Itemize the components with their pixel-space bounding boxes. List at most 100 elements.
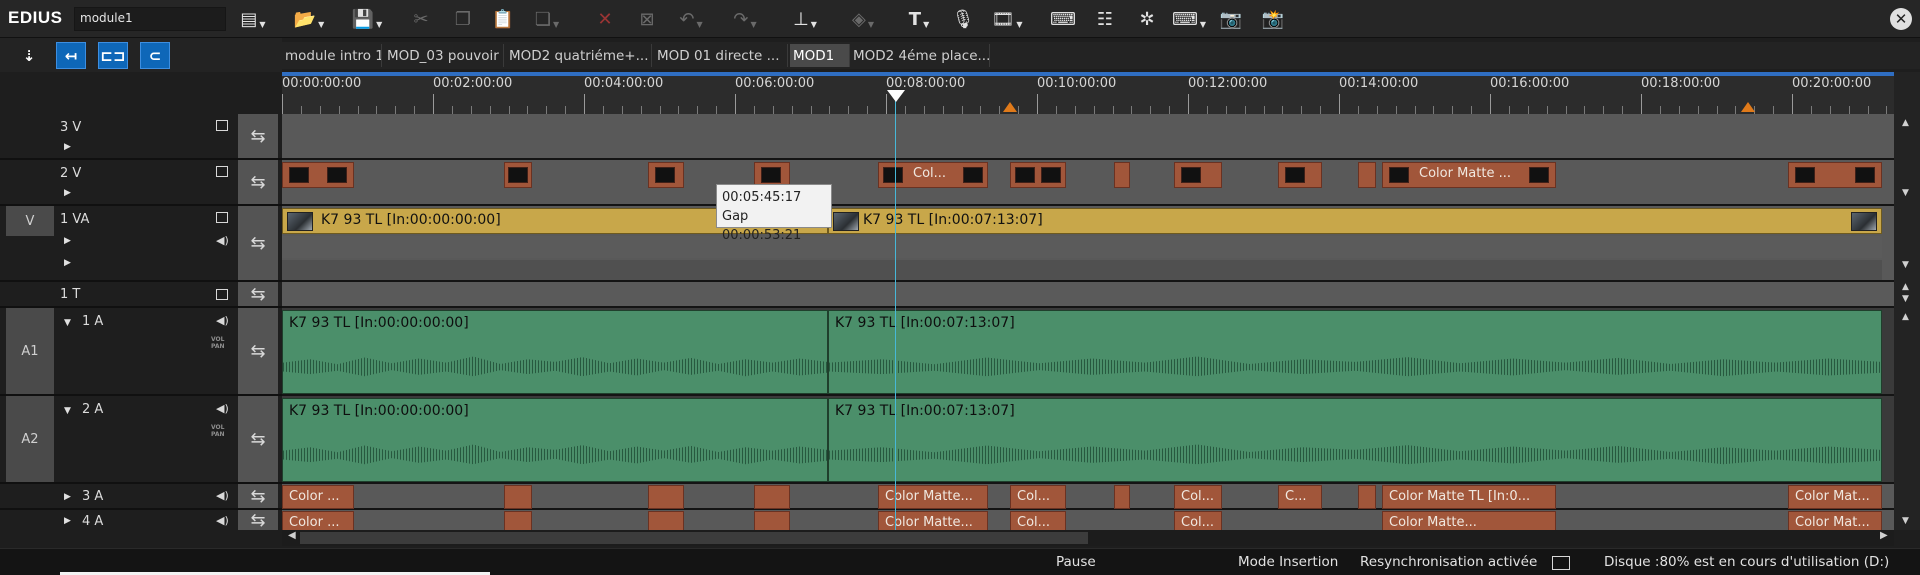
- link-mode-icon[interactable]: ⊏⊐: [98, 42, 128, 69]
- video-mute-icon[interactable]: [216, 166, 228, 177]
- color-matte-clip[interactable]: [648, 162, 684, 188]
- color-matte-clip[interactable]: [504, 162, 532, 188]
- color-matte-clip[interactable]: Col...: [1174, 511, 1222, 530]
- tab-mod-01-directe[interactable]: MOD 01 directe ...: [654, 44, 788, 67]
- scroll-down-icon[interactable]: ▼: [1902, 516, 1909, 526]
- lane-1va[interactable]: K7 93 TL [In:00:00:00:00] K7 93 TL [In:0…: [282, 206, 1894, 282]
- patch-v-button[interactable]: V: [6, 206, 54, 236]
- lane-2v[interactable]: Col... Color Matte ...: [282, 160, 1894, 206]
- lane-4a[interactable]: Color ... Color Matte... Col... Col... C…: [282, 510, 1894, 530]
- group-icon[interactable]: ◈ ▼: [846, 7, 880, 33]
- capture-icon[interactable]: 📸: [1256, 7, 1290, 33]
- render-icon[interactable]: 🎞 ▼: [990, 7, 1024, 33]
- color-matte-clip[interactable]: Color Matte ...: [1382, 162, 1556, 188]
- track-header-3a[interactable]: ▶ 3 A ◀) ⇆: [0, 484, 282, 510]
- expand-icon[interactable]: ▶: [64, 492, 71, 502]
- scrollbar-thumb[interactable]: [300, 532, 1088, 544]
- color-matte-clip[interactable]: [282, 162, 354, 188]
- save-icon[interactable]: 💾 ▼: [350, 7, 384, 33]
- audio-clip[interactable]: K7 93 TL [In:00:07:13:07]: [828, 310, 1882, 394]
- marker-icon[interactable]: [1003, 102, 1017, 112]
- track-header-4a[interactable]: ▶ 4 A ◀) ⇆: [0, 510, 282, 530]
- color-matte-clip[interactable]: [1010, 162, 1066, 188]
- expand-icon[interactable]: ▶: [64, 142, 71, 152]
- tab-mod1[interactable]: MOD1: [790, 44, 850, 67]
- lane-3v[interactable]: [282, 114, 1894, 160]
- lane-1t[interactable]: [282, 282, 1894, 308]
- marker-icon[interactable]: [1741, 102, 1755, 112]
- video-mute-icon[interactable]: [216, 212, 228, 223]
- track-header-1va[interactable]: V 1 VA ▶ ▶ ◀) ⇆: [0, 206, 282, 282]
- time-ruler[interactable]: 00:00:00:00 00:02:00:00 00:04:00:00 00:0…: [282, 72, 1894, 114]
- sync-icon[interactable]: ⇆: [238, 282, 278, 306]
- color-matte-clip[interactable]: Col...: [1010, 511, 1066, 530]
- scroll-up-icon[interactable]: ▲: [1902, 282, 1909, 292]
- video-mute-icon[interactable]: [216, 289, 228, 300]
- lane-3a[interactable]: Color ... Color Matte... Col... Col... C…: [282, 484, 1894, 510]
- redo-icon[interactable]: ↷ ▼: [728, 7, 762, 33]
- video-clip[interactable]: K7 93 TL [In:00:07:13:07]: [828, 208, 1882, 234]
- sync-icon[interactable]: ⇆: [238, 396, 278, 482]
- color-matte-clip[interactable]: [1174, 162, 1222, 188]
- scroll-down-icon[interactable]: ▼: [1902, 260, 1909, 270]
- color-matte-clip[interactable]: Color Mat...: [1788, 511, 1882, 530]
- paste-insert-icon[interactable]: ❏ ▼: [530, 7, 564, 33]
- color-matte-clip[interactable]: [1278, 162, 1322, 188]
- display-icon[interactable]: [1552, 556, 1570, 570]
- effects-icon[interactable]: ✲: [1130, 7, 1164, 33]
- color-matte-clip[interactable]: C...: [1278, 485, 1322, 509]
- expand-icon[interactable]: ▶: [64, 188, 71, 198]
- patch-a1-button[interactable]: A1: [6, 308, 54, 394]
- speaker-icon[interactable]: ◀): [216, 234, 229, 247]
- sync-icon[interactable]: ⇆: [238, 206, 278, 280]
- collapse-icon[interactable]: ▼: [64, 318, 71, 328]
- title-icon[interactable]: T ▼: [902, 7, 936, 33]
- speaker-icon[interactable]: ◀): [216, 514, 229, 527]
- delete-icon[interactable]: ✕: [588, 7, 622, 33]
- timeline-area[interactable]: 00:00:00:00 00:02:00:00 00:04:00:00 00:0…: [282, 72, 1894, 530]
- track-header-2a[interactable]: A2 ▼ 2 A ◀) VOL PAN ⇆: [0, 396, 282, 484]
- audio-clip[interactable]: K7 93 TL [In:00:07:13:07]: [828, 398, 1882, 482]
- shortcut-icon[interactable]: ⌨ ▼: [1172, 7, 1206, 33]
- audio-clip[interactable]: K7 93 TL [In:00:00:00:00]: [282, 398, 828, 482]
- vertical-scroll-column[interactable]: ▲ ▼ ▼ ▲ ▼ ▲ ▼: [1894, 72, 1920, 530]
- track-select-icon[interactable]: ⇣: [14, 42, 44, 69]
- color-matte-clip[interactable]: Color Matte...: [1382, 511, 1556, 530]
- color-matte-clip[interactable]: [648, 485, 684, 509]
- color-matte-clip[interactable]: Color Matte TL [In:0...: [1382, 485, 1556, 509]
- color-matte-clip[interactable]: [1114, 162, 1130, 188]
- patch-a2-button[interactable]: A2: [6, 396, 54, 482]
- sync-icon[interactable]: ⇆: [238, 114, 278, 158]
- tab-module-intro-1[interactable]: module intro 1: [282, 44, 382, 67]
- color-matte-clip[interactable]: [648, 511, 684, 530]
- speaker-icon[interactable]: ◀): [216, 314, 229, 327]
- open-folder-icon[interactable]: 📂 ▼: [292, 7, 326, 33]
- lane-1a[interactable]: K7 93 TL [In:00:00:00:00] K7 93 TL [In:0…: [282, 308, 1894, 396]
- scroll-down-icon[interactable]: ▼: [1902, 294, 1909, 304]
- horizontal-scrollbar[interactable]: ◀ ▶: [282, 530, 1894, 546]
- tab-mod2-4eme-place[interactable]: MOD2 4éme place...: [850, 44, 990, 67]
- track-header-1t[interactable]: 1 T ⇆: [0, 282, 282, 308]
- speaker-icon[interactable]: ◀): [216, 489, 229, 502]
- vol-pan-icon[interactable]: VOL PAN: [211, 336, 225, 350]
- expand-icon[interactable]: ▶: [64, 236, 71, 246]
- edit-mode[interactable]: Mode Insertion: [1238, 554, 1338, 570]
- cut-icon[interactable]: ✂: [404, 7, 438, 33]
- sync-icon[interactable]: ⇆: [238, 308, 278, 394]
- color-matte-clip[interactable]: Color Mat...: [1788, 485, 1882, 509]
- tab-mod2-quatrieme[interactable]: MOD2 quatriéme+...: [506, 44, 652, 67]
- color-matte-clip[interactable]: Col...: [1174, 485, 1222, 509]
- sync-icon[interactable]: ⇆: [238, 160, 278, 204]
- copy-icon[interactable]: ❐: [446, 7, 480, 33]
- color-matte-clip[interactable]: [754, 485, 790, 509]
- expand-icon[interactable]: ▶: [64, 258, 71, 268]
- paste-icon[interactable]: 📋: [486, 7, 520, 33]
- collapse-icon[interactable]: ▼: [64, 406, 71, 416]
- color-matte-clip[interactable]: [504, 485, 532, 509]
- undo-icon[interactable]: ↶ ▼: [674, 7, 708, 33]
- color-matte-clip[interactable]: [1358, 162, 1376, 188]
- speaker-icon[interactable]: ◀): [216, 402, 229, 415]
- scroll-down-icon[interactable]: ▼: [1902, 188, 1909, 198]
- new-project-icon[interactable]: ▤ ▼: [236, 7, 270, 33]
- playhead-handle[interactable]: [887, 90, 905, 102]
